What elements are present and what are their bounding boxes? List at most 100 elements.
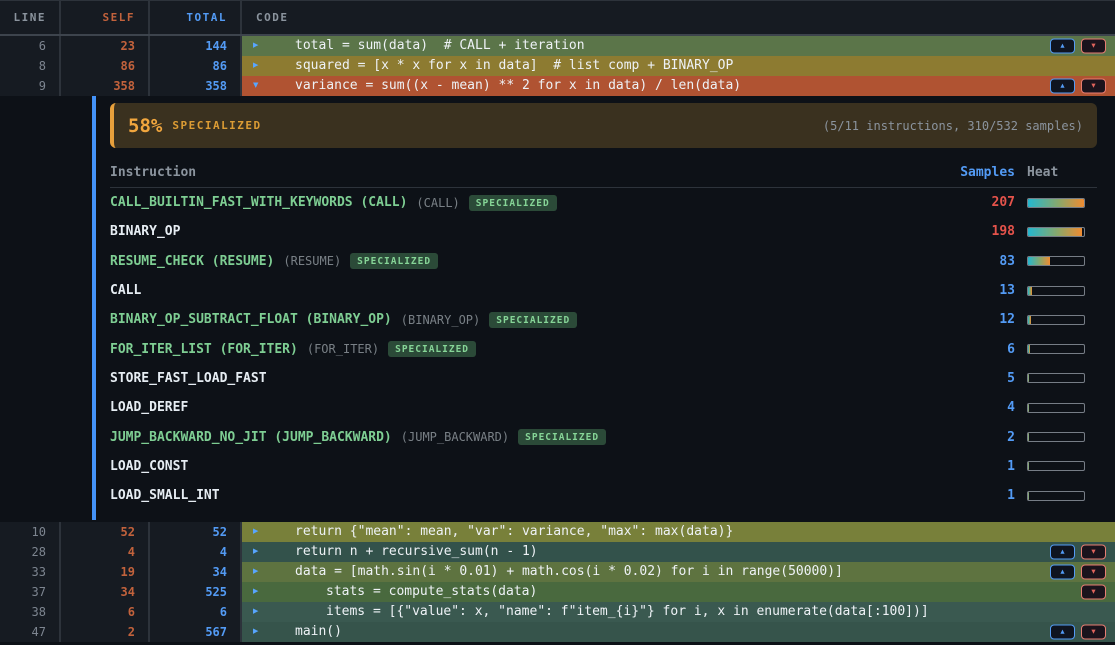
heat-bar-fill <box>1028 433 1029 441</box>
line-number: 28 <box>0 542 61 562</box>
specialized-badge: SPECIALIZED <box>469 195 557 211</box>
jump-to-caller-button[interactable]: ▲ <box>1050 79 1075 94</box>
panel-accent-bar <box>92 96 96 520</box>
instruction-name-cell: RESUME_CHECK (RESUME)(RESUME)SPECIALIZED <box>110 253 959 269</box>
code-cell[interactable]: ▶main()▲▼ <box>242 622 1115 642</box>
nav-buttons: ▼ <box>1081 585 1106 600</box>
instruction-samples: 5 <box>959 371 1015 386</box>
instruction-table-header: Instruction Samples Heat <box>110 161 1097 188</box>
heat-bar <box>1027 432 1085 442</box>
code-cell[interactable]: ▶items = [{"value": x, "name": f"item_{i… <box>242 602 1115 622</box>
nav-buttons: ▲▼ <box>1050 79 1106 94</box>
jump-to-caller-button[interactable]: ▲ <box>1050 625 1075 640</box>
instruction-name: BINARY_OP_SUBTRACT_FLOAT (BINARY_OP) <box>110 312 392 327</box>
specialization-banner: 58% SPECIALIZED (5/11 instructions, 310/… <box>110 103 1097 148</box>
col-header-code: CODE <box>242 1 1115 34</box>
code-cell[interactable]: ▶total = sum(data) # CALL + iteration ▲ ▼ <box>242 36 1115 56</box>
code-cell[interactable]: ▶return n + recursive_sum(n - 1)▲▼ <box>242 542 1115 562</box>
instruction-name-cell: CALL_BUILTIN_FAST_WITH_KEYWORDS (CALL)(C… <box>110 195 959 211</box>
self-samples: 86 <box>61 56 150 76</box>
expand-arrow-icon[interactable]: ▶ <box>253 608 258 617</box>
specialized-percent: 58% <box>128 115 162 137</box>
code-text: return {"mean": mean, "var": variance, "… <box>242 522 733 542</box>
self-samples: 2 <box>61 622 150 642</box>
instruction-row: FOR_ITER_LIST (FOR_ITER)(FOR_ITER)SPECIA… <box>110 334 1097 363</box>
instruction-name-cell: BINARY_OP_SUBTRACT_FLOAT (BINARY_OP) (BIN… <box>110 312 959 328</box>
self-samples: 34 <box>61 582 150 602</box>
code-text: total = sum(data) # CALL + iteration <box>242 36 585 56</box>
instruction-name: LOAD_SMALL_INT <box>110 488 220 503</box>
collapse-arrow-icon[interactable]: ▼ <box>253 82 258 91</box>
code-cell[interactable]: ▶squared = [x * x for x in data] # list … <box>242 56 1115 76</box>
col-header-heat: Heat <box>1027 165 1087 180</box>
specialized-badge: SPECIALIZED <box>388 341 476 357</box>
expand-arrow-icon[interactable]: ▶ <box>253 568 258 577</box>
heat-bar-fill <box>1028 374 1029 382</box>
instruction-base-name: (BINARY_OP) <box>401 313 480 327</box>
expand-arrow-icon[interactable]: ▶ <box>253 588 258 597</box>
line-number: 37 <box>0 582 61 602</box>
code-cell[interactable]: ▶return {"mean": mean, "var": variance, … <box>242 522 1115 542</box>
instruction-row: STORE_FAST_LOAD_FAST 5 <box>110 364 1097 393</box>
jump-to-callee-button[interactable]: ▼ <box>1081 79 1106 94</box>
profiler-app: LINE SELF TOTAL CODE 623144▶total = sum(… <box>0 0 1115 645</box>
specialized-badge: SPECIALIZED <box>350 253 438 269</box>
jump-to-callee-button[interactable]: ▼ <box>1081 39 1106 54</box>
code-row-line-37: 3734525▶stats = compute_stats(data)▼ <box>0 582 1115 602</box>
heat-bar <box>1027 373 1085 383</box>
instruction-name: STORE_FAST_LOAD_FAST <box>110 371 267 386</box>
jump-to-callee-button[interactable]: ▼ <box>1081 565 1106 580</box>
code-text: items = [{"value": x, "name": f"item_{i}… <box>242 602 929 622</box>
specialization-panel: 58% SPECIALIZED (5/11 instructions, 310/… <box>0 96 1115 522</box>
code-cell[interactable]: ▶data = [math.sin(i * 0.01) + math.cos(i… <box>242 562 1115 582</box>
jump-to-callee-button[interactable]: ▼ <box>1081 585 1106 600</box>
heat-bar-fill <box>1028 404 1029 412</box>
heat-bar-fill <box>1028 316 1031 324</box>
heat-bar-fill <box>1028 492 1029 500</box>
total-samples: 86 <box>150 56 242 76</box>
jump-to-callee-button[interactable]: ▼ <box>1081 625 1106 640</box>
instruction-row: BINARY_OP_SUBTRACT_FLOAT (BINARY_OP) (BIN… <box>110 305 1097 334</box>
expand-arrow-icon[interactable]: ▶ <box>253 62 258 71</box>
code-cell[interactable]: ▼variance = sum((x - mean) ** 2 for x in… <box>242 76 1115 96</box>
expand-arrow-icon[interactable]: ▶ <box>253 42 258 51</box>
specialized-detail: (5/11 instructions, 310/532 samples) <box>823 119 1083 133</box>
line-number: 33 <box>0 562 61 582</box>
total-samples: 34 <box>150 562 242 582</box>
code-cell[interactable]: ▶stats = compute_stats(data)▼ <box>242 582 1115 602</box>
instruction-row: LOAD_DEREF4 <box>110 393 1097 422</box>
expand-arrow-icon[interactable]: ▶ <box>253 548 258 557</box>
instruction-samples: 2 <box>959 430 1015 445</box>
instruction-name: LOAD_CONST <box>110 459 188 474</box>
instruction-name: CALL <box>110 283 141 298</box>
heat-bar <box>1027 491 1085 501</box>
instruction-row: BINARY_OP198 <box>110 217 1097 246</box>
instruction-row: CALL13 <box>110 276 1097 305</box>
heat-bar <box>1027 344 1085 354</box>
expand-arrow-icon[interactable]: ▶ <box>253 628 258 637</box>
col-header-self: SELF <box>61 1 150 34</box>
line-number: 9 <box>0 76 61 96</box>
code-rows-top: 623144▶total = sum(data) # CALL + iterat… <box>0 36 1115 96</box>
jump-to-callee-button[interactable]: ▼ <box>1081 545 1106 560</box>
jump-to-caller-button[interactable]: ▲ <box>1050 545 1075 560</box>
total-samples: 52 <box>150 522 242 542</box>
jump-to-caller-button[interactable]: ▲ <box>1050 565 1075 580</box>
code-row-line-9: 9358358▼variance = sum((x - mean) ** 2 f… <box>0 76 1115 96</box>
heat-bar-fill <box>1028 257 1050 265</box>
expand-arrow-icon[interactable]: ▶ <box>253 528 258 537</box>
heat-bar-fill <box>1028 345 1030 353</box>
jump-to-caller-button[interactable]: ▲ <box>1050 39 1075 54</box>
heat-bar <box>1027 256 1085 266</box>
specialized-label: SPECIALIZED <box>172 119 261 132</box>
total-samples: 567 <box>150 622 242 642</box>
code-row-line-28: 2844▶return n + recursive_sum(n - 1)▲▼ <box>0 542 1115 562</box>
nav-buttons: ▲▼ <box>1050 625 1106 640</box>
self-samples: 52 <box>61 522 150 542</box>
instruction-samples: 83 <box>959 254 1015 269</box>
code-row-line-33: 331934▶data = [math.sin(i * 0.01) + math… <box>0 562 1115 582</box>
instruction-row: LOAD_SMALL_INT1 <box>110 481 1097 510</box>
heat-bar-fill <box>1028 287 1032 295</box>
instruction-name-cell: LOAD_DEREF <box>110 400 959 415</box>
instruction-row: CALL_BUILTIN_FAST_WITH_KEYWORDS (CALL)(C… <box>110 188 1097 217</box>
